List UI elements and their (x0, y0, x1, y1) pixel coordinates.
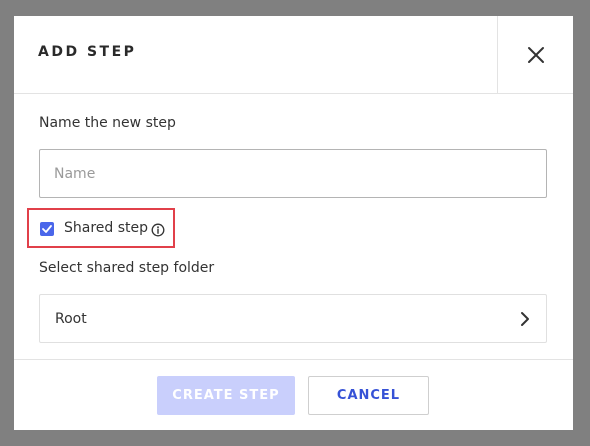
folder-select[interactable]: Root (39, 294, 547, 343)
dialog-title: ADD STEP (38, 44, 137, 60)
check-icon (42, 225, 52, 233)
info-icon[interactable] (151, 223, 165, 237)
folder-value: Root (55, 311, 87, 327)
chevron-right-icon (521, 312, 529, 326)
add-step-dialog: ADD STEP Name the new step Shared step S… (14, 16, 573, 430)
folder-label: Select shared step folder (39, 260, 215, 276)
dialog-footer: CREATE STEP CANCEL (14, 359, 573, 431)
shared-step-label[interactable]: Shared step (64, 220, 148, 236)
close-icon (527, 46, 544, 63)
close-button[interactable] (497, 16, 573, 93)
shared-step-checkbox[interactable] (40, 222, 54, 236)
dialog-header: ADD STEP (14, 16, 573, 94)
create-step-button[interactable]: CREATE STEP (157, 376, 295, 415)
step-name-input[interactable] (39, 149, 547, 198)
cancel-button[interactable]: CANCEL (308, 376, 429, 415)
name-label: Name the new step (39, 115, 176, 131)
shared-step-highlight: Shared step (27, 208, 175, 248)
